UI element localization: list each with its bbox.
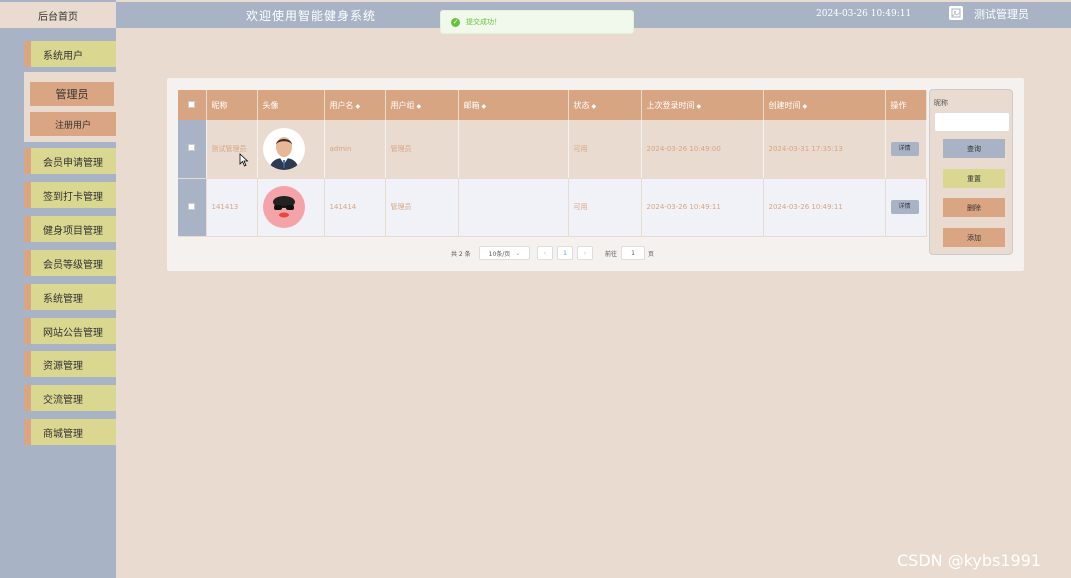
- row-checkbox[interactable]: [188, 144, 196, 152]
- detail-button[interactable]: 详情: [890, 200, 919, 214]
- cell-avatar: [257, 120, 325, 179]
- sidebar-item-forum[interactable]: 交流管理: [24, 385, 116, 411]
- column-header-email[interactable]: 邮箱 ◆: [458, 90, 569, 120]
- toast-message: 提交成功！: [466, 18, 501, 26]
- goto-page-input[interactable]: 1: [621, 246, 645, 260]
- cell-created: 2024-03-31 17:35:13: [763, 120, 886, 179]
- cell-avatar: [257, 178, 325, 237]
- column-header-label: 创建时间: [768, 100, 801, 110]
- sidebar-item-admin[interactable]: 管理员: [30, 82, 114, 106]
- column-header-created[interactable]: 创建时间 ◆: [763, 90, 886, 120]
- page-size-value: 10条/页: [488, 250, 511, 258]
- column-header-label: 用户组: [390, 100, 415, 110]
- add-button[interactable]: 添加: [943, 228, 1005, 247]
- cell-email: [458, 120, 569, 179]
- watermark: CSDN @kybs1991: [897, 551, 1042, 570]
- main-panel: 昵称 头像 用户名 ◆ 用户组 ◆ 邮箱 ◆ 状态 ◆ 上次登录时间 ◆ 创建时间 ◆ 操作…: [167, 78, 1024, 271]
- cell-nickname: 141413: [206, 178, 258, 237]
- chevron-down-icon: ⌄: [515, 249, 521, 257]
- mouse-cursor-icon: [239, 153, 249, 167]
- cell-status: 可用: [568, 178, 642, 237]
- sort-icon[interactable]: ◆: [356, 103, 361, 110]
- nickname-search-input[interactable]: [934, 112, 1010, 132]
- row-checkbox[interactable]: [188, 202, 196, 210]
- next-page-button[interactable]: ›: [577, 246, 593, 260]
- cell-status: 可用: [568, 120, 642, 179]
- detail-button[interactable]: 详情: [890, 141, 919, 156]
- sidebar-item-fitness-projects[interactable]: 健身项目管理: [24, 216, 116, 242]
- header-user[interactable]: 测试管理员: [974, 6, 1029, 22]
- pagination: 共 2 条 10条/页 ⌄ ‹ 1 › 前往 1 页: [167, 246, 1024, 260]
- column-header-label: 用户名: [329, 100, 354, 110]
- avatar: [262, 186, 305, 228]
- sidebar-item-member-levels[interactable]: 会员等级管理: [24, 250, 116, 276]
- cell-group: 管理员: [385, 178, 459, 237]
- sort-icon[interactable]: ◆: [417, 103, 422, 110]
- delete-button[interactable]: 删除: [943, 198, 1005, 217]
- check-circle-icon: ✓: [451, 17, 460, 27]
- column-header-label: 状态: [573, 100, 590, 110]
- cell-created: 2024-03-26 10:49:11: [763, 178, 886, 237]
- sidebar-submenu: 管理员 注册用户: [24, 72, 116, 142]
- goto-unit: 页: [648, 250, 655, 258]
- sort-icon[interactable]: ◆: [803, 103, 808, 110]
- search-label: 昵称: [934, 99, 948, 107]
- success-toast: ✓ 提交成功！: [440, 10, 634, 34]
- column-header-status[interactable]: 状态 ◆: [568, 90, 642, 120]
- cell-username: 141414: [324, 178, 386, 237]
- avatar: [262, 127, 305, 170]
- cell-actions: 详情: [885, 178, 927, 237]
- cell-group: 管理员: [385, 120, 459, 179]
- sidebar-item-system-users[interactable]: 系统用户: [24, 41, 116, 67]
- search-card: 昵称 查询 重置 删除 添加: [929, 89, 1013, 255]
- cell-nickname: 测试管理员: [206, 120, 258, 179]
- sidebar-home[interactable]: 后台首页: [0, 2, 116, 28]
- header-title: 欢迎使用智能健身系统: [246, 9, 377, 23]
- cell-last-login: 2024-03-26 10:49:00: [641, 120, 764, 179]
- table-row: 测试管理员 admin 管理员 可用 2024-03-26 10:49:00 2…: [178, 120, 927, 179]
- user-avatar-icon[interactable]: [949, 6, 963, 20]
- column-header-avatar: 头像: [257, 90, 325, 120]
- select-all-header: [178, 90, 207, 120]
- prev-page-button[interactable]: ‹: [537, 246, 553, 260]
- select-all-checkbox[interactable]: [188, 100, 196, 108]
- sidebar-item-resources[interactable]: 资源管理: [24, 351, 116, 377]
- sidebar-item-system[interactable]: 系统管理: [24, 284, 116, 310]
- cell-actions: 详情: [885, 120, 927, 179]
- page-size-select[interactable]: 10条/页 ⌄: [479, 246, 530, 260]
- query-button[interactable]: 查询: [943, 139, 1005, 158]
- cell-email: [458, 178, 569, 237]
- column-header-username[interactable]: 用户名 ◆: [324, 90, 386, 120]
- sidebar-item-registered-users[interactable]: 注册用户: [30, 112, 116, 136]
- table-row: 141413 141414 管理员 可用 2024-03-26 10:49:11…: [178, 178, 927, 237]
- sidebar-item-checkin[interactable]: 签到打卡管理: [24, 182, 116, 208]
- column-header-nickname: 昵称: [206, 90, 258, 120]
- column-header-group[interactable]: 用户组 ◆: [385, 90, 459, 120]
- cell-last-login: 2024-03-26 10:49:11: [641, 178, 764, 237]
- table-header-row: 昵称 头像 用户名 ◆ 用户组 ◆ 邮箱 ◆ 状态 ◆ 上次登录时间 ◆ 创建时间 ◆ 操作: [178, 90, 927, 120]
- sort-icon[interactable]: ◆: [592, 103, 597, 110]
- column-header-actions: 操作: [885, 90, 927, 120]
- reset-button[interactable]: 重置: [943, 169, 1005, 188]
- page-number-1[interactable]: 1: [557, 246, 573, 260]
- goto-label: 前往: [605, 250, 618, 258]
- sort-icon[interactable]: ◆: [482, 103, 487, 110]
- cell-username: admin: [324, 120, 386, 179]
- sidebar: 后台首页 系统用户 管理员 注册用户 会员申请管理 签到打卡管理 健身项目管理 …: [0, 0, 116, 578]
- header-time: 2024-03-26 10:49:11: [816, 9, 912, 19]
- row-select-cell: [178, 178, 207, 237]
- column-header-label: 邮箱: [463, 100, 480, 110]
- user-table: 昵称 头像 用户名 ◆ 用户组 ◆ 邮箱 ◆ 状态 ◆ 上次登录时间 ◆ 创建时间 ◆ 操作…: [178, 90, 927, 237]
- sidebar-item-announcements[interactable]: 网站公告管理: [24, 318, 116, 344]
- sort-icon[interactable]: ◆: [697, 103, 702, 110]
- pagination-total: 共 2 条: [451, 250, 471, 258]
- column-header-label: 上次登录时间: [646, 100, 695, 110]
- column-header-last-login[interactable]: 上次登录时间 ◆: [641, 90, 764, 120]
- sidebar-item-membership-application[interactable]: 会员申请管理: [24, 148, 116, 174]
- row-select-cell: [178, 120, 207, 179]
- sidebar-item-shop[interactable]: 商城管理: [24, 419, 116, 445]
